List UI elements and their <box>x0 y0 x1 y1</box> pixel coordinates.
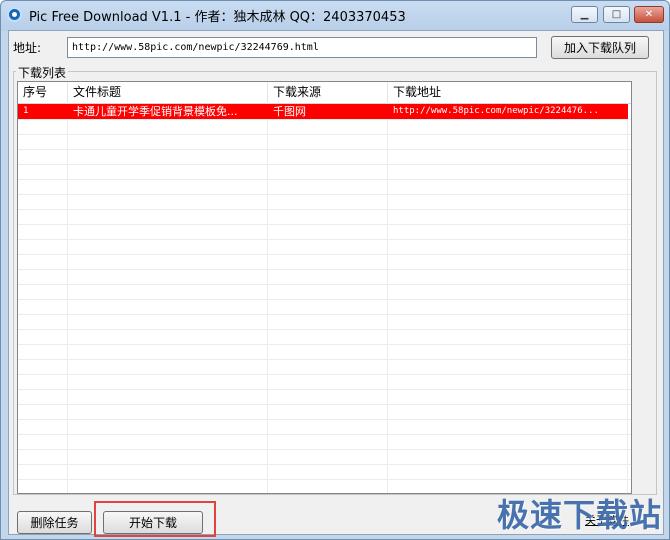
address-input[interactable]: http://www.58pic.com/newpic/32244769.htm… <box>67 37 537 58</box>
address-label: 地址: <box>13 41 42 55</box>
highlight-box <box>94 501 216 537</box>
client-area: 地址: http://www.58pic.com/newpic/32244769… <box>8 30 664 535</box>
column-header-index[interactable]: 序号 <box>18 82 68 103</box>
grid-line <box>18 224 631 225</box>
grid-line <box>18 209 631 210</box>
grid-line <box>18 194 631 195</box>
column-header-source[interactable]: 下载来源 <box>268 82 388 103</box>
column-header-title[interactable]: 文件标题 <box>68 82 268 103</box>
cell-index: 1 <box>23 106 29 116</box>
cell-title: 卡通儿童开学季促销背景模板免... <box>73 105 238 118</box>
grid-line <box>18 119 631 120</box>
table-row[interactable]: 1 卡通儿童开学季促销背景模板免... 千图网 http://www.58pic… <box>18 104 628 119</box>
grid-line <box>18 374 631 375</box>
app-logo-icon <box>7 7 22 22</box>
grid-line <box>18 314 631 315</box>
window-title: Pic Free Download V1.1 - 作者：独木成林 QQ：2403… <box>29 10 406 25</box>
close-button[interactable]: ✕ <box>634 6 664 23</box>
grid-line <box>18 299 631 300</box>
grid-line <box>18 254 631 255</box>
grid-line <box>18 329 631 330</box>
grid-line <box>18 389 631 390</box>
grid-line <box>18 404 631 405</box>
close-icon: ✕ <box>644 8 654 20</box>
cell-source: 千图网 <box>273 105 306 118</box>
app-window: Pic Free Download V1.1 - 作者：独木成林 QQ：2403… <box>0 0 670 540</box>
title-bar[interactable]: Pic Free Download V1.1 - 作者：独木成林 QQ：2403… <box>1 1 669 29</box>
delete-task-button[interactable]: 删除任务 <box>17 511 92 534</box>
grid-line <box>18 134 631 135</box>
maximize-icon: □ <box>611 8 622 20</box>
grid-line <box>18 149 631 150</box>
download-list[interactable]: 序号 文件标题 下载来源 下载地址 1 卡通儿童开学季促销背景模板免... 千图… <box>17 81 632 494</box>
grid-line <box>18 284 631 285</box>
minimize-icon: ▁ <box>580 8 589 20</box>
grid-line <box>18 434 631 435</box>
grid-line <box>18 449 631 450</box>
add-to-queue-button[interactable]: 加入下载队列 <box>551 36 649 59</box>
grid-line <box>18 419 631 420</box>
list-header: 序号 文件标题 下载来源 下载地址 <box>18 82 631 104</box>
grid-line <box>18 479 631 480</box>
grid-line <box>18 164 631 165</box>
maximize-button[interactable]: □ <box>603 6 630 23</box>
cell-url: http://www.58pic.com/newpic/3224476... <box>393 106 599 116</box>
grid-line <box>18 179 631 180</box>
grid-line <box>18 269 631 270</box>
download-list-label: 下载列表 <box>16 64 69 81</box>
grid-line <box>18 344 631 345</box>
grid-line <box>18 239 631 240</box>
watermark: 极速下载站 <box>497 496 663 534</box>
grid-line <box>18 359 631 360</box>
column-header-url[interactable]: 下载地址 <box>388 82 631 103</box>
minimize-button[interactable]: ▁ <box>571 6 598 23</box>
grid-line <box>18 464 631 465</box>
